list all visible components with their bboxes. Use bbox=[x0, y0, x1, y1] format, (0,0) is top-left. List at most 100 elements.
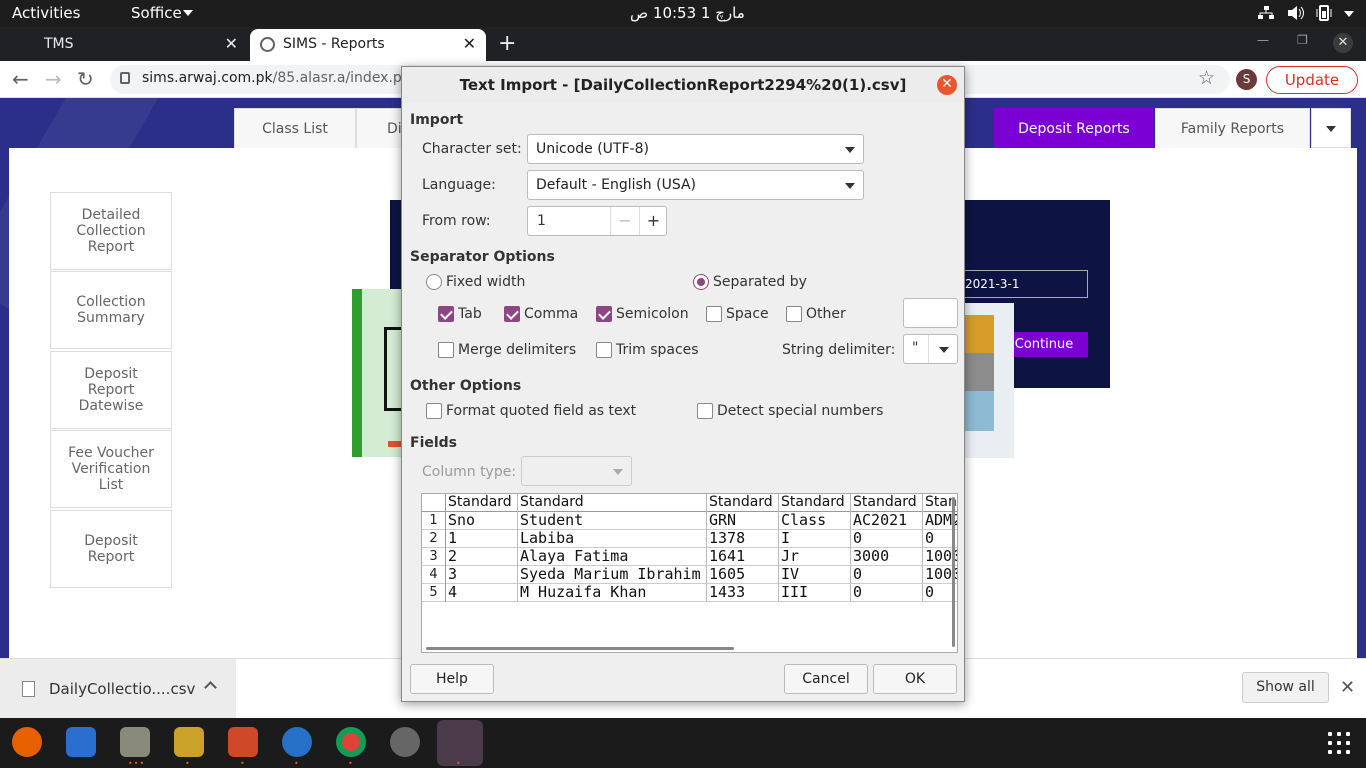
vertical-scrollbar[interactable] bbox=[952, 497, 955, 647]
column-header[interactable]: Standard bbox=[446, 494, 518, 512]
charset-select[interactable]: Unicode (UTF-8) bbox=[527, 134, 864, 164]
table-cell[interactable]: 3000 bbox=[851, 548, 923, 566]
download-filename[interactable]: DailyCollectio....csv bbox=[49, 680, 195, 698]
help-button[interactable]: Help bbox=[410, 664, 494, 694]
table-cell[interactable]: Labiba bbox=[518, 530, 707, 548]
table-row[interactable]: 4 3 Syeda Marium Ibrahim 1605 IV 0 1000 bbox=[422, 566, 957, 584]
fields-preview-grid[interactable]: Standard Standard Standard Standard Stan… bbox=[421, 493, 958, 653]
table-cell[interactable]: Syeda Marium Ibrahim bbox=[518, 566, 707, 584]
table-cell[interactable]: 0 bbox=[851, 530, 923, 548]
sidebar-deposit-report[interactable]: Deposit Report bbox=[50, 510, 172, 588]
detect-special-numbers-label[interactable]: Detect special numbers bbox=[717, 403, 883, 419]
format-quoted-checkbox[interactable] bbox=[426, 403, 442, 419]
browser-tab-tms[interactable]: TMS ✕ bbox=[0, 29, 248, 61]
table-cell[interactable]: Class bbox=[779, 512, 851, 530]
chevron-down-icon[interactable] bbox=[939, 347, 949, 353]
chrome-icon[interactable] bbox=[336, 727, 366, 757]
merge-delimiters-checkbox[interactable] bbox=[438, 342, 454, 358]
window-close-icon[interactable]: ✕ bbox=[1333, 33, 1353, 53]
table-cell[interactable]: 0 bbox=[851, 584, 923, 602]
minimize-icon[interactable]: — bbox=[1257, 33, 1269, 47]
table-row[interactable]: 2 1 Labiba 1378 I 0 0 bbox=[422, 530, 957, 548]
table-cell[interactable]: 1433 bbox=[707, 584, 779, 602]
gimp-icon[interactable] bbox=[174, 727, 204, 757]
table-cell[interactable]: Jr bbox=[779, 548, 851, 566]
close-download-bar-icon[interactable]: ✕ bbox=[1340, 677, 1355, 698]
table-cell[interactable]: 0 bbox=[851, 566, 923, 584]
system-clock[interactable]: مارچ 1 10:53 ص bbox=[630, 4, 745, 22]
table-cell[interactable]: Sno bbox=[446, 512, 518, 530]
horizontal-scrollbar[interactable] bbox=[426, 647, 734, 650]
close-tab-icon[interactable]: ✕ bbox=[463, 34, 476, 53]
column-header[interactable]: Standard bbox=[707, 494, 779, 512]
increment-button[interactable]: + bbox=[639, 207, 667, 235]
show-all-button[interactable]: Show all bbox=[1242, 672, 1329, 703]
table-cell[interactable]: 2 bbox=[446, 548, 518, 566]
cancel-button[interactable]: Cancel bbox=[784, 664, 868, 694]
table-row[interactable]: 54M Huzaifa Khan 1433 III 0 0 bbox=[422, 584, 957, 602]
sidebar-detailed-collection-report[interactable]: Detailed Collection Report bbox=[50, 192, 172, 270]
table-row[interactable]: 3 2 Alaya Fatima 1641 Jr 3000 1000 bbox=[422, 548, 957, 566]
volume-icon[interactable] bbox=[1287, 5, 1305, 21]
download-item[interactable]: DailyCollectio....csv bbox=[0, 659, 236, 719]
decrement-button[interactable]: − bbox=[610, 207, 639, 235]
string-delimiter-combo[interactable]: " bbox=[903, 334, 958, 364]
bookmark-star-icon[interactable]: ☆ bbox=[1198, 67, 1215, 89]
dolphin-icon[interactable] bbox=[282, 727, 312, 757]
tab-family-reports[interactable]: Family Reports bbox=[1155, 108, 1310, 148]
chevron-up-icon[interactable] bbox=[204, 681, 217, 694]
from-row-spinner[interactable]: 1 − + bbox=[527, 206, 667, 236]
battery-icon[interactable] bbox=[1315, 5, 1333, 21]
comma-checkbox[interactable] bbox=[504, 306, 520, 322]
other-label[interactable]: Other bbox=[806, 306, 846, 322]
lock-icon[interactable] bbox=[120, 72, 130, 84]
other-separator-input[interactable] bbox=[903, 298, 958, 328]
new-tab-icon[interactable]: + bbox=[498, 31, 516, 56]
maximize-icon[interactable]: ❐ bbox=[1297, 33, 1308, 47]
table-cell[interactable]: 4 bbox=[446, 584, 518, 602]
show-applications-icon[interactable] bbox=[1328, 732, 1350, 754]
table-cell[interactable]: III bbox=[779, 584, 851, 602]
table-cell[interactable]: 1 bbox=[446, 530, 518, 548]
table-cell[interactable]: 1641 bbox=[707, 548, 779, 566]
browser-tab-sims-reports[interactable]: SIMS - Reports ✕ bbox=[250, 29, 486, 61]
column-header[interactable]: Standard bbox=[518, 494, 707, 512]
url-text[interactable]: sims.arwaj.com.pk/85.alasr.a/index.php#!… bbox=[142, 70, 442, 86]
trim-spaces-label[interactable]: Trim spaces bbox=[616, 342, 699, 358]
date-input[interactable]: 2021-3-1 bbox=[960, 270, 1088, 298]
fixed-width-radio[interactable] bbox=[426, 274, 442, 290]
app-menu-arrow-icon[interactable] bbox=[183, 10, 193, 16]
column-header[interactable]: Standard bbox=[779, 494, 851, 512]
table-cell[interactable]: M Huzaifa Khan bbox=[518, 584, 707, 602]
trim-spaces-checkbox[interactable] bbox=[596, 342, 612, 358]
sidebar-collection-summary[interactable]: Collection Summary bbox=[50, 271, 172, 349]
files-icon[interactable] bbox=[120, 727, 150, 757]
screenshot-icon[interactable] bbox=[228, 727, 258, 757]
table-cell[interactable]: AC2021 bbox=[851, 512, 923, 530]
table-cell[interactable]: 1605 bbox=[707, 566, 779, 584]
firefox-icon[interactable] bbox=[12, 727, 42, 757]
table-row[interactable]: 1 Sno Student GRN Class AC2021 ADM2 bbox=[422, 512, 957, 530]
profile-avatar[interactable]: S bbox=[1236, 69, 1257, 90]
back-icon[interactable]: ← bbox=[12, 67, 29, 91]
more-tabs-button[interactable] bbox=[1311, 108, 1351, 148]
software-updater-icon[interactable] bbox=[390, 727, 420, 757]
writer-icon[interactable] bbox=[66, 727, 96, 757]
separated-by-label[interactable]: Separated by bbox=[713, 274, 807, 290]
tab-deposit-reports[interactable]: Deposit Reports bbox=[994, 108, 1154, 148]
merge-delimiters-label[interactable]: Merge delimiters bbox=[458, 342, 576, 358]
table-cell[interactable]: 1378 bbox=[707, 530, 779, 548]
space-label[interactable]: Space bbox=[726, 306, 769, 322]
tab-class-list[interactable]: Class List bbox=[234, 108, 356, 148]
close-icon[interactable]: ✕ bbox=[937, 75, 957, 95]
language-select[interactable]: Default - English (USA) bbox=[527, 170, 864, 200]
update-button[interactable]: Update bbox=[1266, 66, 1358, 94]
format-quoted-label[interactable]: Format quoted field as text bbox=[446, 403, 636, 419]
separated-by-radio[interactable] bbox=[693, 274, 709, 290]
space-checkbox[interactable] bbox=[706, 306, 722, 322]
fixed-width-label[interactable]: Fixed width bbox=[446, 274, 525, 290]
reload-icon[interactable]: ↻ bbox=[77, 67, 94, 91]
table-cell[interactable]: 3 bbox=[446, 566, 518, 584]
detect-special-numbers-checkbox[interactable] bbox=[697, 403, 713, 419]
comma-label[interactable]: Comma bbox=[524, 306, 578, 322]
